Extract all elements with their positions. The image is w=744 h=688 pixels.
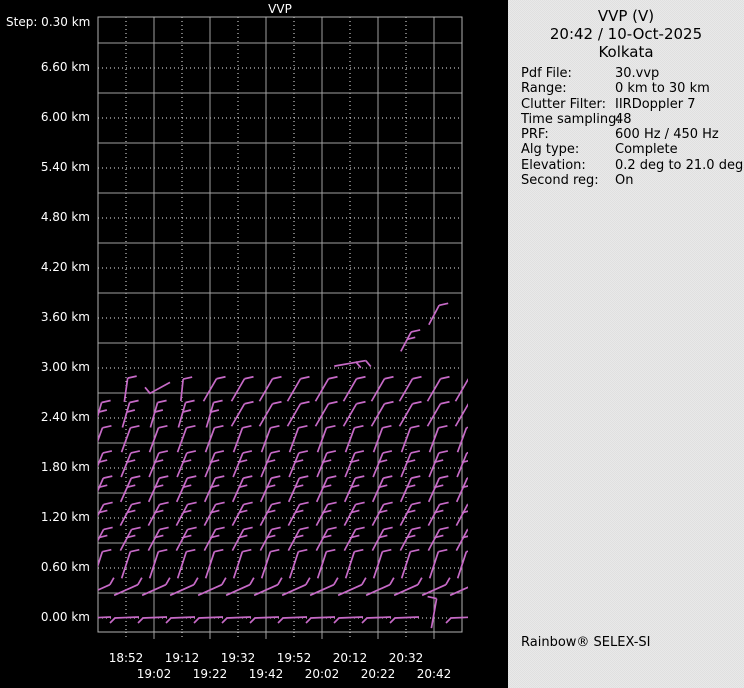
info-panel: VVP (V) 20:42 / 10-Oct-2025 Kolkata Pdf …	[508, 0, 744, 688]
info-value-time-sampling: 48	[615, 112, 632, 127]
panel-header: VVP (V) 20:42 / 10-Oct-2025 Kolkata	[508, 7, 744, 61]
y-axis-label: 0.00 km	[0, 610, 90, 624]
info-row-clutter-filter: Clutter Filter: IIRDoppler 7	[521, 97, 742, 112]
info-value-clutter-filter: IIRDoppler 7	[615, 97, 696, 112]
info-row-alg-type: Alg type: Complete	[521, 142, 742, 157]
info-label-alg-type: Alg type:	[521, 142, 615, 157]
panel-title: VVP (V)	[508, 7, 744, 25]
x-axis-label: 20:32	[376, 651, 436, 665]
brand-label: Rainbow® SELEX-SI	[521, 635, 651, 650]
info-row-pdf-file: Pdf File: 30.vvp	[521, 66, 742, 81]
info-row-second-reg: Second reg: On	[521, 173, 742, 188]
y-axis-label: 6.00 km	[0, 110, 90, 124]
info-row-prf: PRF: 600 Hz / 450 Hz	[521, 127, 742, 142]
info-value-elevation: 0.2 deg to 21.0 deg	[615, 158, 743, 173]
info-list: Pdf File: 30.vvp Range: 0 km to 30 km Cl…	[521, 66, 742, 188]
info-label-elevation: Elevation:	[521, 158, 615, 173]
info-value-alg-type: Complete	[615, 142, 678, 157]
info-value-range: 0 km to 30 km	[615, 81, 710, 96]
panel-datetime: 20:42 / 10-Oct-2025	[508, 25, 744, 43]
x-axis-label: 19:52	[264, 651, 324, 665]
x-axis-label: 19:12	[152, 651, 212, 665]
info-label-clutter-filter: Clutter Filter:	[521, 97, 615, 112]
info-value-second-reg: On	[615, 173, 633, 188]
info-row-elevation: Elevation: 0.2 deg to 21.0 deg	[521, 158, 742, 173]
panel-site: Kolkata	[508, 43, 744, 61]
y-axis-label: 4.20 km	[0, 260, 90, 274]
x-axis-label: 19:32	[208, 651, 268, 665]
y-axis-label: 0.60 km	[0, 560, 90, 574]
y-axis-label: 4.80 km	[0, 210, 90, 224]
x-axis-label: 18:52	[96, 651, 156, 665]
x-axis-label: 19:42	[236, 667, 296, 681]
wind-profile-pane: Step: 0.30 km VVP 6.60 km 6.00 km 5.40 km 4…	[0, 0, 508, 688]
wind-profile-plot[interactable]	[0, 0, 508, 688]
y-axis-label: 3.00 km	[0, 360, 90, 374]
x-axis-label: 20:22	[348, 667, 408, 681]
y-axis-label: 2.40 km	[0, 410, 90, 424]
y-axis-label: 3.60 km	[0, 310, 90, 324]
y-axis-label: 1.80 km	[0, 460, 90, 474]
info-label-time-sampling: Time sampling:	[521, 112, 615, 127]
info-row-time-sampling: Time sampling: 48	[521, 112, 742, 127]
x-axis-label: 20:42	[404, 667, 464, 681]
step-label: Step: 0.30 km	[6, 15, 90, 29]
info-label-second-reg: Second reg:	[521, 173, 615, 188]
x-axis-label: 19:22	[180, 667, 240, 681]
wind-barbs-layer	[82, 303, 478, 628]
info-label-range: Range:	[521, 81, 615, 96]
info-label-pdf-file: Pdf File:	[521, 66, 615, 81]
info-value-prf: 600 Hz / 450 Hz	[615, 127, 719, 142]
plot-title: VVP	[98, 2, 462, 16]
info-label-prf: PRF:	[521, 127, 615, 142]
y-axis-label: 6.60 km	[0, 60, 90, 74]
y-axis-label: 1.20 km	[0, 510, 90, 524]
x-axis-label: 20:12	[320, 651, 380, 665]
x-axis-label: 19:02	[124, 667, 184, 681]
x-axis-label: 20:02	[292, 667, 352, 681]
y-axis-label: 5.40 km	[0, 160, 90, 174]
info-row-range: Range: 0 km to 30 km	[521, 81, 742, 96]
info-value-pdf-file: 30.vvp	[615, 66, 659, 81]
